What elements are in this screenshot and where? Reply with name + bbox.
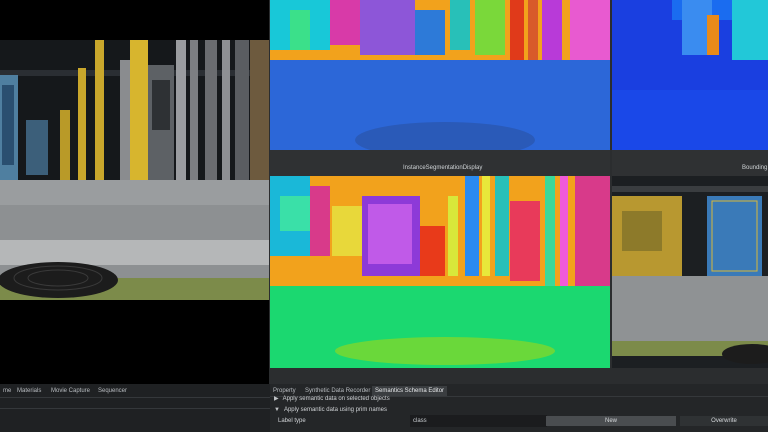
label-type-input[interactable] [410,415,547,427]
label-type-caption: Label type [278,418,306,424]
tab-materials[interactable]: Materials [14,386,44,396]
apply-prim-names-label: Apply semantic data using prim names [283,407,388,413]
new-button[interactable]: New [546,416,676,426]
bounding-label: Bounding [742,165,768,171]
divider [0,408,270,409]
bounding-box-viewport-bottom[interactable] [612,176,768,368]
rgb-viewport[interactable] [0,40,269,300]
instance-segmentation-image [270,176,610,368]
rgb-warehouse-render [0,40,269,300]
tab-me[interactable]: me [0,386,14,396]
instance-segmentation-viewport-bottom[interactable] [270,176,610,368]
apply-prim-names-row[interactable]: ▼ Apply semantic data using prim names [274,405,387,415]
instance-segmentation-image [270,0,610,150]
bounding-box-viewport-top[interactable] [612,0,768,150]
apply-selected-row[interactable]: ▶ Apply semantic data on selected objects [274,394,390,404]
viewport-label-bar [270,150,610,176]
expanded-triangle-icon[interactable]: ▼ [274,405,280,415]
viewport-empty-area [0,300,269,384]
instance-segmentation-label: InstanceSegmentationDisplay [403,165,483,171]
divider [0,397,270,398]
tab-movie-capture[interactable]: Movie Capture [48,386,93,396]
rgb-render-image [612,176,768,368]
instance-segmentation-viewport-top[interactable] [270,0,610,150]
viewport-label-bar [612,150,768,176]
tab-sequencer[interactable]: Sequencer [95,386,130,396]
bounding-box-image [612,0,768,150]
apply-selected-label: Apply semantic data on selected objects [282,396,390,402]
overwrite-button[interactable]: Overwrite [680,416,768,426]
collapsed-triangle-icon[interactable]: ▶ [274,394,279,404]
